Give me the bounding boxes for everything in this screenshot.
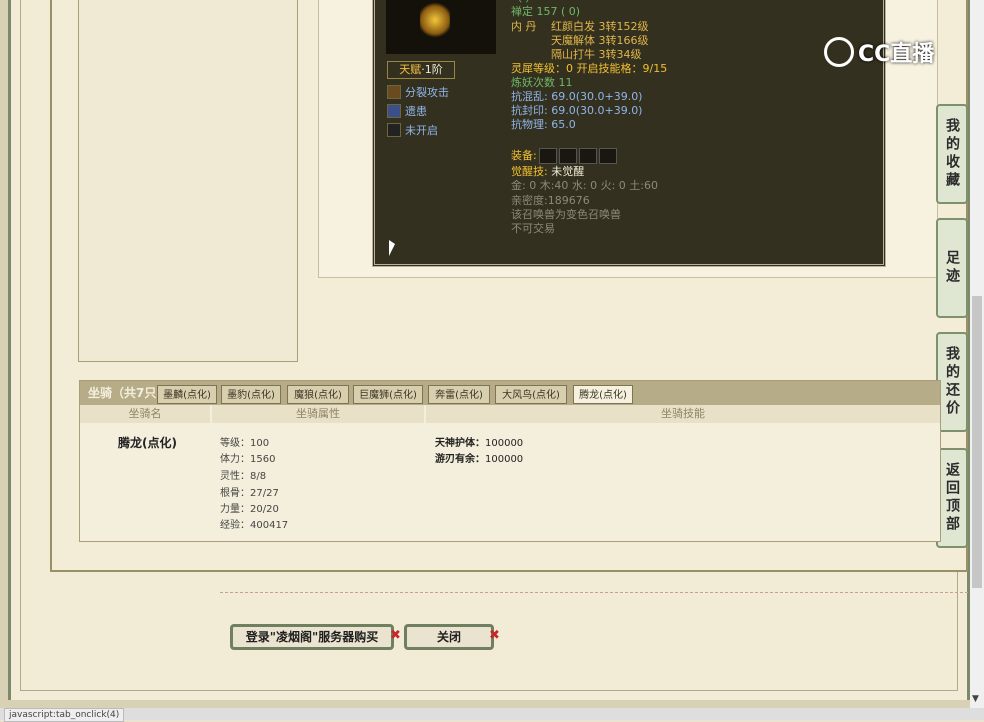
mount-stat: 根骨：27/27	[220, 488, 279, 499]
locked-slot-icon	[387, 123, 401, 137]
resist-seal-line: 抗封印: 69.0(30.0+39.0)	[511, 104, 643, 117]
yihuan-icon	[387, 104, 401, 118]
mount-skill: 游刃有余：100000	[435, 450, 523, 465]
pet-skill-name: 分裂攻击	[405, 86, 449, 99]
cc-logo-icon	[824, 37, 854, 67]
neidan-item: 隔山打牛 3转34级	[551, 48, 642, 61]
col-head-mount-skill: 坐骑技能	[426, 405, 940, 423]
talent-badge: 天赋·1阶	[387, 61, 455, 79]
buy-on-server-button[interactable]: 登录"凌烟阁"服务器购买	[230, 624, 394, 650]
neidan-item: 红颜白发 3转152级	[551, 20, 649, 33]
pet-skill-name: 未开启	[405, 124, 438, 137]
mount-skill-value: 100000	[485, 438, 524, 449]
talent-label: 天赋	[399, 63, 422, 76]
mount-skill: 天神护体：100000	[435, 434, 523, 449]
scroll-down-arrow-icon[interactable]: ▼	[972, 694, 979, 704]
tab-mount-2[interactable]: 墨豹(点化)	[221, 385, 281, 404]
mount-stat: 等级：100	[220, 438, 270, 449]
tab-mount-4[interactable]: 巨魔狮(点化)	[353, 385, 423, 404]
cc-live-logo: CC直播	[824, 34, 954, 70]
mount-skill-value: 100000	[485, 454, 524, 465]
equip-slot	[538, 148, 557, 164]
mount-stat: 力量：20/20	[220, 504, 279, 515]
qinmi-line: 亲密度:189676	[511, 194, 590, 207]
juexing-line: 觉醒技: 未觉醒	[511, 165, 584, 179]
col-head-mount-name: 坐骑名	[80, 405, 210, 423]
cc-logo-text: CC直播	[858, 42, 935, 67]
pet-skill-name: 遗患	[405, 105, 427, 118]
equip-label: 装备:	[511, 149, 537, 162]
neidan-item: 天魔解体 3转166级	[551, 34, 649, 47]
mount-skill-name: 游刃有余：	[435, 454, 485, 465]
mount-stat: 经验：400417	[220, 520, 289, 531]
mount-skill-name: 天神护体：	[435, 438, 485, 449]
scrollbar-thumb[interactable]	[972, 296, 982, 588]
mount-stat: 灵性：8/8	[220, 471, 267, 482]
trade-line: 不可交易	[511, 222, 555, 235]
pet-skill-row: 未开启	[387, 122, 438, 138]
equip-slot	[578, 148, 597, 164]
resist-physical-line: 抗物理: 65.0	[511, 118, 576, 131]
mouse-cursor-icon	[389, 240, 395, 256]
tab-mount-6[interactable]: 大风鸟(点化)	[495, 385, 567, 404]
equip-slot	[558, 148, 577, 164]
neidan-label: 内 丹	[511, 20, 537, 33]
chanding-line: 禅定 157 ( 0)	[511, 5, 581, 18]
side-tab-footprint[interactable]: 足迹	[936, 218, 968, 318]
bianse-line: 该召唤兽为变色召唤兽	[511, 208, 621, 221]
equip-line: 装备:	[511, 148, 617, 164]
juexing-value: 未觉醒	[551, 165, 585, 178]
pet-skill-row[interactable]: 分裂攻击	[387, 84, 449, 100]
wuxing-line: 金: 0 木:40 水: 0 火: 0 土:60	[511, 179, 658, 192]
close-x-icon: ✖	[489, 628, 500, 643]
resist-chaos-line: 抗混乱: 69.0(30.0+39.0)	[511, 90, 643, 103]
browser-status-bar: javascript:tab_onclick(4)	[0, 708, 984, 722]
tab-mount-7[interactable]: 腾龙(点化)	[573, 385, 633, 404]
equip-slot	[598, 148, 617, 164]
tab-mount-3[interactable]: 魔狼(点化)	[287, 385, 349, 404]
lingxi-line: 灵犀等级：0 开启技能格：9/15	[511, 62, 668, 75]
close-button[interactable]: 关闭	[404, 624, 494, 650]
col-head-mount-attr: 坐骑属性	[212, 405, 424, 423]
mount-name: 腾龙(点化)	[118, 436, 177, 450]
dashed-divider	[220, 592, 968, 593]
talent-level: ·1阶	[421, 63, 443, 76]
tab-mount-5[interactable]: 奔雷(点化)	[428, 385, 490, 404]
mount-title: 坐骑（共7只	[88, 386, 157, 400]
juexing-label: 觉醒技:	[511, 165, 548, 178]
side-tab-favorites[interactable]: 我的收藏	[936, 104, 968, 204]
left-panel	[78, 0, 298, 362]
mount-stat: 体力：1560	[220, 454, 276, 465]
tab-mount-1[interactable]: 墨麟(点化)	[157, 385, 217, 404]
lianyao-line: 炼妖次数 11	[511, 76, 573, 89]
split-attack-icon	[387, 85, 401, 99]
close-x-icon: ✖	[390, 628, 401, 643]
pet-portrait	[386, 0, 496, 54]
pet-skill-row[interactable]: 遗患	[387, 103, 427, 119]
